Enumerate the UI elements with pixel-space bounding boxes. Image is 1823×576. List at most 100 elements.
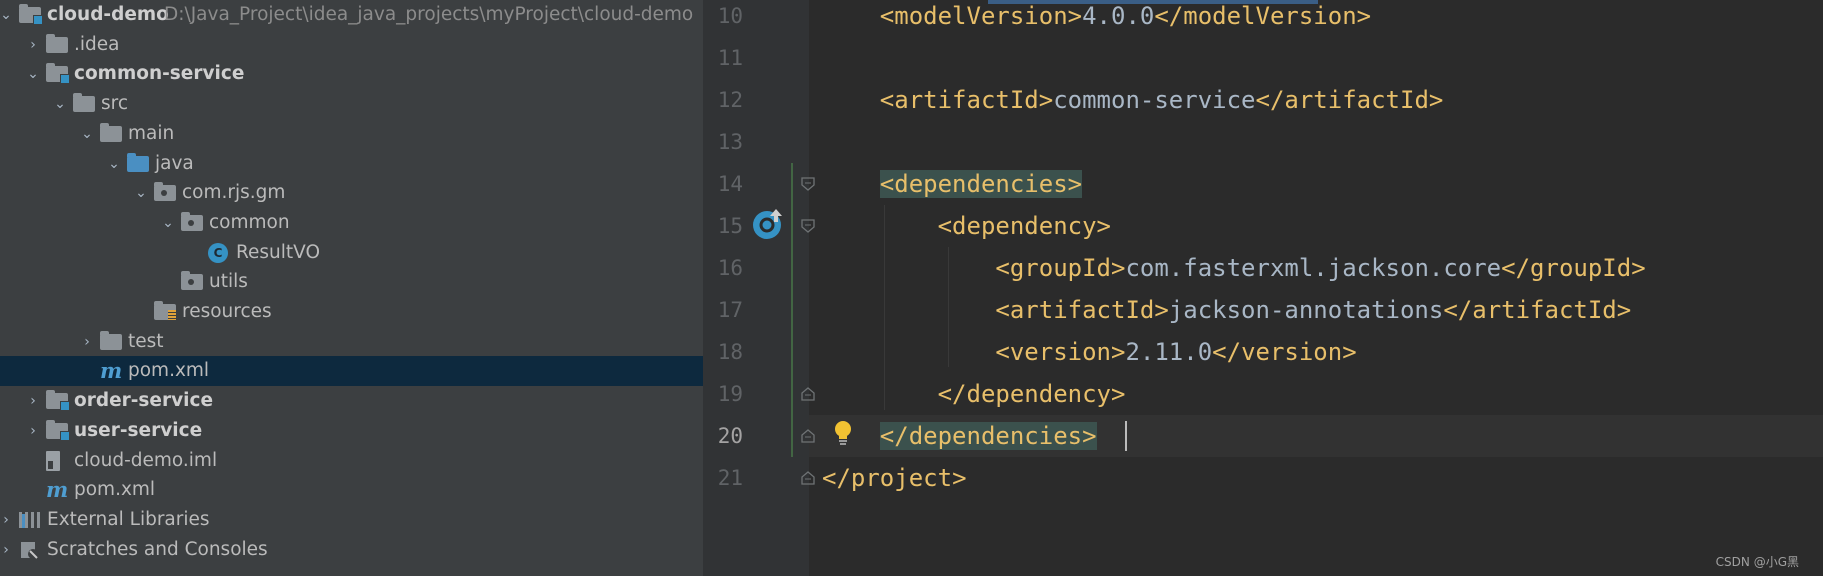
- line-number: 19: [717, 382, 743, 406]
- tree-item[interactable]: ⌄ src: [0, 89, 703, 119]
- tree-item-label: cloud-demo: [47, 4, 169, 25]
- package-icon: [181, 271, 203, 291]
- project-path: D:\Java_Project\idea_java_projects\myPro…: [164, 4, 694, 25]
- code-line[interactable]: </dependency>: [822, 373, 1126, 415]
- chevron-down-icon[interactable]: ⌄: [78, 119, 96, 149]
- line-number: 17: [717, 298, 743, 322]
- module-folder-icon: [46, 390, 70, 412]
- vcs-change-marker[interactable]: [791, 163, 793, 457]
- code-line[interactable]: <groupId>com.fasterxml.jackson.core</gro…: [822, 247, 1645, 289]
- resources-folder-icon: [154, 301, 176, 320]
- chevron-down-icon[interactable]: ⌄: [105, 149, 123, 179]
- tree-item[interactable]: › Scratches and Consoles: [0, 535, 703, 565]
- chevron-right-icon[interactable]: ›: [24, 416, 42, 446]
- line-number: 11: [717, 46, 743, 70]
- editor-scroll-thumb[interactable]: [988, 0, 1318, 4]
- line-number: 10: [717, 4, 743, 28]
- code-line[interactable]: <dependencies>: [822, 163, 1083, 205]
- project-tree-panel: ⌄ cloud-demo D:\Java_Project\idea_java_pro…: [0, 0, 703, 576]
- tree-item[interactable]: › .idea: [0, 30, 703, 60]
- fold-open-icon[interactable]: [801, 177, 815, 191]
- indent-guide: [948, 247, 949, 367]
- tree-item-label: order-service: [74, 390, 214, 412]
- tree-item[interactable]: ⌄ main: [0, 119, 703, 149]
- code-line[interactable]: </dependencies>: [822, 415, 1097, 457]
- folder-icon: [73, 93, 95, 113]
- tree-item-label: External Libraries: [47, 508, 210, 530]
- code-line[interactable]: <artifactId>jackson-annotations</artifac…: [822, 289, 1631, 331]
- chevron-right-icon[interactable]: ›: [0, 505, 15, 535]
- chevron-down-icon[interactable]: ⌄: [51, 89, 69, 119]
- tree-item-label: com.rjs.gm: [182, 182, 286, 204]
- module-folder-icon: [19, 4, 43, 25]
- chevron-right-icon[interactable]: ›: [0, 535, 15, 565]
- tree-item[interactable]: ⌄ cloud-demo D:\Java_Project\idea_java_pro…: [0, 0, 703, 30]
- libraries-icon: [19, 511, 41, 528]
- chevron-right-icon[interactable]: ›: [24, 30, 42, 60]
- line-number: 21: [717, 466, 743, 490]
- chevron-down-icon[interactable]: ⌄: [24, 59, 42, 89]
- maven-icon: m: [46, 477, 69, 503]
- fold-open-icon[interactable]: [801, 219, 815, 233]
- tree-item[interactable]: › user-service: [0, 416, 703, 446]
- tree-item[interactable]: ⌄ common: [0, 208, 703, 238]
- tree-item-label: pom.xml: [128, 360, 210, 382]
- tree-item-label: main: [128, 122, 175, 144]
- tree-item[interactable]: m pom.xml: [0, 475, 703, 505]
- line-number: 16: [717, 256, 743, 280]
- tree-item-label: common: [209, 211, 290, 233]
- tree-item[interactable]: › External Libraries: [0, 505, 703, 535]
- tree-item-label: cloud-demo.iml: [74, 449, 218, 471]
- tree-item-label: Scratches and Consoles: [47, 538, 268, 560]
- tree-item[interactable]: ⌄ java: [0, 149, 703, 179]
- fold-close-icon[interactable]: [801, 471, 815, 485]
- tree-item[interactable]: resources: [0, 297, 703, 327]
- tree-item-label: user-service: [74, 419, 203, 441]
- chevron-down-icon[interactable]: ⌄: [132, 178, 150, 208]
- module-folder-icon: [46, 419, 70, 441]
- line-number: 13: [717, 130, 743, 154]
- folder-icon: [100, 330, 122, 350]
- fold-close-icon[interactable]: [801, 429, 815, 443]
- maven-icon: m: [100, 358, 123, 384]
- tree-item[interactable]: › order-service: [0, 386, 703, 416]
- tree-item-label: common-service: [74, 63, 245, 85]
- tree-item[interactable]: cloud-demo.iml: [0, 446, 703, 476]
- module-folder-icon: [46, 63, 70, 85]
- lightbulb-icon[interactable]: [832, 418, 854, 448]
- code-line[interactable]: <artifactId>common-service</artifactId>: [822, 79, 1444, 121]
- chevron-down-icon[interactable]: ⌄: [159, 208, 177, 238]
- code-line[interactable]: </project>: [822, 457, 967, 499]
- chevron-right-icon[interactable]: ›: [78, 327, 96, 357]
- source-root-folder-icon: [127, 152, 149, 172]
- line-number: 14: [717, 172, 743, 196]
- tree-item[interactable]: ⌄ common-service: [0, 59, 703, 89]
- text-caret: [1125, 421, 1127, 451]
- tree-item-label: java: [155, 152, 194, 174]
- line-number: 12: [717, 88, 743, 112]
- folder-icon: [100, 122, 122, 142]
- chevron-down-icon[interactable]: ⌄: [0, 0, 15, 30]
- line-number: 18: [717, 340, 743, 364]
- indent-guide: [884, 205, 885, 410]
- tree-item[interactable]: ⌄ com.rjs.gm: [0, 178, 703, 208]
- tree-item[interactable]: m pom.xml: [0, 356, 703, 387]
- chevron-right-icon[interactable]: ›: [24, 386, 42, 416]
- code-line[interactable]: <version>2.11.0</version>: [822, 331, 1356, 373]
- line-number: 20: [717, 424, 743, 448]
- implemented-override-icon[interactable]: [752, 207, 786, 241]
- tree-item-label: resources: [182, 301, 272, 322]
- code-line[interactable]: <modelVersion>4.0.0</modelVersion>: [822, 0, 1371, 37]
- folder-icon: [46, 33, 68, 53]
- code-line[interactable]: <dependency>: [822, 205, 1111, 247]
- tree-item-label: pom.xml: [74, 479, 156, 501]
- package-icon: [181, 211, 203, 231]
- tree-item-label: test: [128, 330, 164, 352]
- tree-item-label: src: [101, 93, 129, 115]
- fold-close-icon[interactable]: [801, 387, 815, 401]
- tree-item[interactable]: utils: [0, 267, 703, 297]
- tree-item[interactable]: › test: [0, 327, 703, 357]
- tree-item[interactable]: C ResultVO: [0, 238, 703, 268]
- class-icon: C: [208, 242, 228, 263]
- line-number: 15: [717, 214, 743, 238]
